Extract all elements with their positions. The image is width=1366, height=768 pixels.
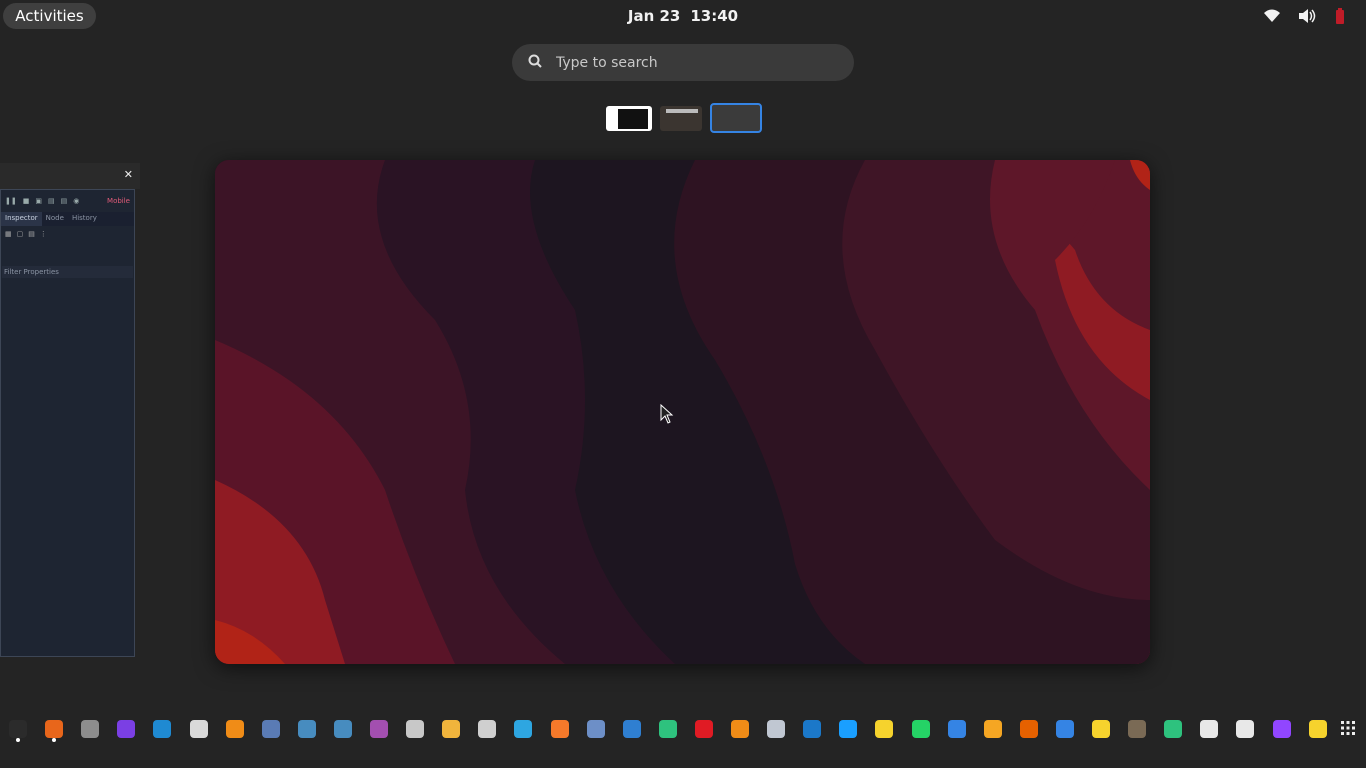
open-icon[interactable]: ▢ [17,230,24,246]
terminal-icon[interactable] [9,720,27,738]
system-tray[interactable] [1262,6,1350,26]
tab-history[interactable]: History [68,212,101,226]
weather-icon[interactable] [1092,720,1110,738]
wallpaper [215,160,1150,664]
workspace-thumbnail-1[interactable] [606,105,652,131]
notes-icon[interactable] [875,720,893,738]
side-window-tabs: Inspector Node History [1,212,134,226]
godot-icon[interactable] [298,720,316,738]
running-indicator [16,738,20,742]
save-all-icon[interactable]: ▤ [61,197,68,205]
side-window-toolbar: ❚❚ ■ ▣ ▤ ▤ ◉ Mobile [1,190,134,212]
save-icon[interactable]: ▤ [48,197,55,205]
audio-app-icon[interactable] [731,720,749,738]
search-input[interactable] [554,53,828,72]
twitch-icon[interactable] [1273,720,1291,738]
inspector-toolbar: ▦ ▢ ▤ ⋮ [1,230,134,246]
workspace-preview[interactable] [215,160,1150,664]
grid-icon [1341,721,1355,735]
steam-icon[interactable] [839,720,857,738]
clock-time: 13:40 [690,7,739,25]
save-resource-icon[interactable]: ▤ [28,230,35,246]
firefox-icon[interactable] [45,720,63,738]
pause-icon[interactable]: ❚❚ [5,197,17,205]
search-icon [528,53,542,72]
top-bar: Activities Jan 23 13:40 [0,0,1366,32]
workspace-thumbnails [606,103,762,133]
files-icon[interactable] [81,720,99,738]
battery-icon [1330,6,1350,26]
owl-icon[interactable] [406,720,424,738]
archive-icon[interactable] [226,720,244,738]
activities-button[interactable]: Activities [3,3,96,29]
workspace-thumbnail-2[interactable] [660,105,702,131]
warning-app-icon[interactable] [695,720,713,738]
calendar-icon[interactable] [1200,720,1218,738]
godot-mono-icon[interactable] [334,720,352,738]
side-window-body: ❚❚ ■ ▣ ▤ ▤ ◉ Mobile Inspector Node Histo… [0,189,135,657]
search-bar[interactable] [512,44,854,81]
calc-icon[interactable] [948,720,966,738]
compass-icon[interactable] [984,720,1002,738]
card-game-icon[interactable] [1236,720,1254,738]
network-icon[interactable] [587,720,605,738]
musescore-icon[interactable] [803,720,821,738]
app-orb-icon[interactable] [370,720,388,738]
screenshot-icon[interactable] [623,720,641,738]
show-apps-button[interactable] [1340,720,1356,736]
package-icon[interactable] [767,720,785,738]
chromium-icon[interactable] [190,720,208,738]
mail-icon[interactable] [1056,720,1074,738]
filter-properties-input[interactable]: Filter Properties [2,266,133,278]
more-icon[interactable]: ⋮ [40,230,47,246]
device-select[interactable]: Mobile [107,197,130,205]
whatsapp-icon[interactable] [912,720,930,738]
telegram-icon[interactable] [514,720,532,738]
clock[interactable]: Jan 23 13:40 [600,0,766,32]
app-purple-icon[interactable] [117,720,135,738]
stop-icon[interactable]: ■ [23,197,30,205]
side-window-preview[interactable]: ✕ ❚❚ ■ ▣ ▤ ▤ ◉ Mobile Inspector Node His… [0,163,140,657]
color-wheel-icon[interactable] [1020,720,1038,738]
inkscape-icon[interactable] [478,720,496,738]
volume-icon [1296,6,1316,26]
wifi-icon [1262,6,1282,26]
new-resource-icon[interactable]: ▦ [5,230,12,246]
close-icon[interactable]: ✕ [124,168,133,181]
system-monitor-icon[interactable] [1164,720,1182,738]
vscode-icon[interactable] [153,720,171,738]
clock-date: Jan 23 [627,7,681,25]
robot-arm-icon[interactable] [1309,720,1327,738]
scene-builder-icon[interactable] [262,720,280,738]
blender-icon[interactable] [551,720,569,738]
spreadsheet-icon[interactable] [1128,720,1146,738]
side-window-titlebar: ✕ [0,163,140,189]
tab-inspector[interactable]: Inspector [1,212,42,226]
headset-icon[interactable] [659,720,677,738]
mouse-cursor [660,404,674,424]
color-picker-icon[interactable] [442,720,460,738]
dash [0,700,1366,760]
debug-icon[interactable]: ▣ [35,197,42,205]
zoom-icon[interactable]: ◉ [73,197,79,205]
running-indicator [52,738,56,742]
tab-node[interactable]: Node [42,212,68,226]
workspace-thumbnail-3[interactable] [710,103,762,133]
